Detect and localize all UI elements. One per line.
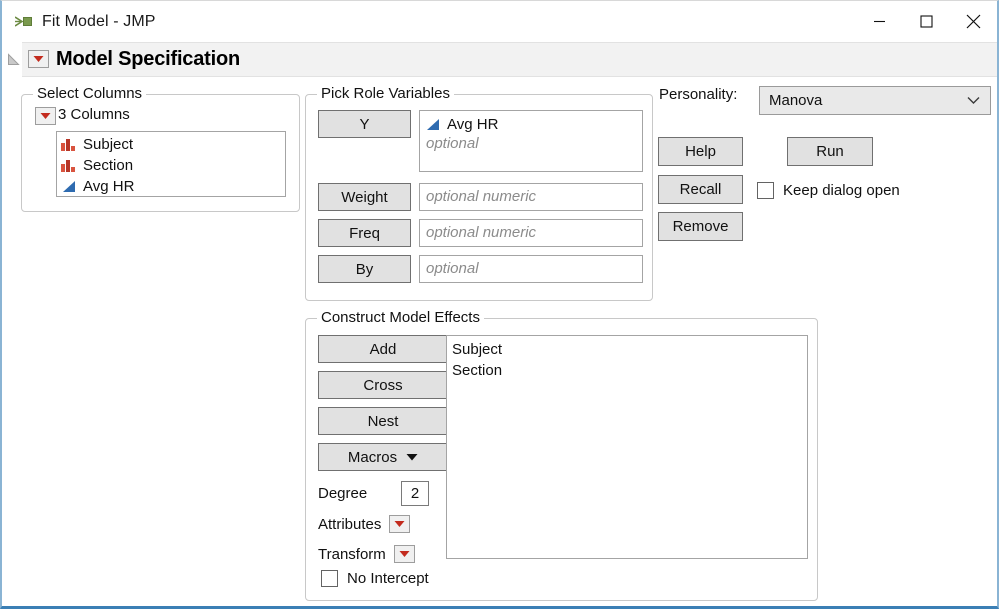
keep-dialog-open-label: Keep dialog open (783, 182, 900, 199)
list-item[interactable]: Subject (61, 134, 285, 155)
keep-dialog-open-checkbox[interactable]: Keep dialog open (757, 182, 900, 199)
nominal-bars-icon (61, 137, 78, 152)
chevron-down-icon (967, 97, 980, 104)
list-item[interactable]: Section (61, 155, 285, 176)
minimize-icon[interactable] (856, 1, 903, 42)
y-placeholder: optional (426, 135, 479, 152)
by-placeholder: optional (426, 260, 479, 277)
columns-list[interactable]: Subject Section Avg HR (56, 131, 286, 197)
weight-role-button[interactable]: Weight (318, 183, 411, 211)
red-triangle-menu-icon (40, 113, 51, 119)
attributes-label: Attributes (318, 515, 382, 533)
freq-role-button[interactable]: Freq (318, 219, 411, 247)
column-count-label: 3 Columns (58, 106, 130, 123)
list-item[interactable]: Section (452, 360, 807, 381)
column-name: Subject (83, 136, 134, 153)
attributes-menu-button[interactable] (389, 515, 411, 533)
degree-row: Degree 2 (318, 481, 429, 506)
list-item[interactable]: Avg HR (425, 114, 642, 134)
page-title: Model Specification (56, 48, 241, 70)
red-triangle-menu-icon (33, 56, 44, 62)
add-effect-button[interactable]: Add (318, 335, 448, 363)
column-name: Avg HR (83, 178, 135, 195)
transform-label: Transform (318, 545, 386, 563)
chevron-down-icon (406, 454, 418, 461)
degree-label: Degree (318, 485, 368, 502)
select-columns-legend: Select Columns (33, 85, 147, 102)
model-specification-header: Model Specification (2, 42, 997, 77)
disclosure-triangle-icon[interactable] (7, 53, 20, 66)
pick-role-variables-legend: Pick Role Variables (317, 85, 454, 102)
maximize-icon[interactable] (903, 1, 950, 42)
freq-placeholder: optional numeric (426, 224, 537, 241)
nominal-bars-icon (61, 158, 78, 173)
run-button[interactable]: Run (787, 137, 873, 166)
list-item[interactable]: Subject (452, 339, 807, 360)
cross-effect-button[interactable]: Cross (318, 371, 448, 399)
model-specification-menu-button[interactable] (28, 50, 49, 68)
macros-label: Macros (347, 448, 398, 466)
remove-button[interactable]: Remove (658, 212, 743, 241)
personality-selected-value: Manova (769, 92, 823, 109)
pick-role-variables-group: Pick Role Variables Y Avg HR optional We… (305, 85, 653, 301)
checkbox-box[interactable] (321, 570, 338, 587)
no-intercept-label: No Intercept (347, 570, 429, 587)
personality-label: Personality: (659, 86, 738, 103)
y-role-field[interactable]: Avg HR optional (419, 110, 643, 172)
degree-stepper[interactable]: 2 (401, 481, 429, 506)
weight-placeholder: optional numeric (426, 188, 537, 205)
freq-role-field[interactable]: optional numeric (419, 219, 643, 247)
continuous-triangle-icon (61, 179, 78, 194)
by-role-field[interactable]: optional (419, 255, 643, 283)
personality-select[interactable]: Manova (759, 86, 991, 115)
window-title: Fit Model - JMP (42, 12, 156, 30)
fit-model-window: Fit Model - JMP Model Specification Sele… (0, 0, 999, 609)
nest-effect-button[interactable]: Nest (318, 407, 448, 435)
select-columns-group: Select Columns 3 Columns Subject Section… (21, 85, 300, 212)
jmp-fit-model-icon (15, 14, 32, 29)
macros-button[interactable]: Macros (318, 443, 448, 471)
weight-role-field[interactable]: optional numeric (419, 183, 643, 211)
y-role-button[interactable]: Y (318, 110, 411, 138)
transform-menu-button[interactable] (393, 545, 415, 563)
list-item[interactable]: Avg HR (61, 176, 285, 197)
red-triangle-menu-icon (399, 551, 410, 557)
red-triangle-menu-icon (394, 521, 405, 527)
model-effects-list[interactable]: Subject Section (446, 335, 808, 559)
title-bar: Fit Model - JMP (2, 1, 997, 42)
recall-button[interactable]: Recall (658, 175, 743, 204)
column-name: Section (83, 157, 134, 174)
attributes-row: Attributes (318, 515, 411, 533)
checkbox-box[interactable] (757, 182, 774, 199)
jmp-arrow-glyph (15, 16, 24, 27)
help-button[interactable]: Help (658, 137, 743, 166)
close-icon[interactable] (950, 1, 997, 42)
column-count-menu-button[interactable] (35, 107, 56, 125)
by-role-button[interactable]: By (318, 255, 411, 283)
window-controls (856, 1, 997, 42)
transform-row: Transform (318, 545, 415, 563)
continuous-triangle-icon (425, 117, 442, 132)
no-intercept-checkbox[interactable]: No Intercept (321, 570, 429, 587)
construct-model-effects-group: Construct Model Effects Add Cross Nest M… (305, 309, 818, 601)
y-assigned-variable: Avg HR (447, 115, 499, 133)
